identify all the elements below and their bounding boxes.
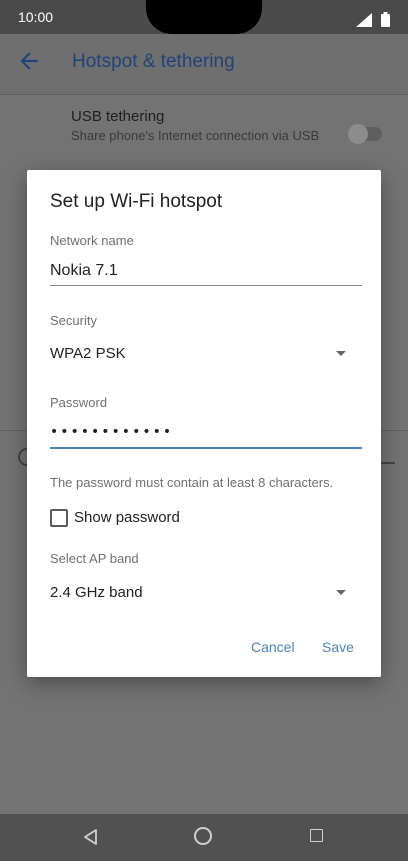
password-underline xyxy=(50,447,362,449)
usb-tethering-title: USB tethering xyxy=(71,108,165,125)
nav-home-icon[interactable] xyxy=(194,827,212,845)
chevron-down-icon[interactable] xyxy=(336,351,346,356)
chevron-down-icon[interactable] xyxy=(336,590,346,595)
app-bar: Hotspot & tethering xyxy=(0,34,408,95)
partial-icon xyxy=(381,462,395,464)
password-hint: The password must contain at least 8 cha… xyxy=(50,475,334,490)
nav-back-icon[interactable] xyxy=(82,828,98,846)
password-input[interactable]: •••••••••••• xyxy=(50,424,173,440)
wifi-hotspot-dialog: Set up Wi-Fi hotspot Network name Nokia … xyxy=(27,170,381,677)
page-title: Hotspot & tethering xyxy=(72,51,235,72)
toggle-knob xyxy=(348,124,368,144)
save-button[interactable]: Save xyxy=(322,639,354,655)
status-bar: 10:00 xyxy=(0,0,408,34)
security-select[interactable]: WPA2 PSK xyxy=(50,345,126,362)
cancel-button[interactable]: Cancel xyxy=(251,639,295,655)
navigation-bar xyxy=(0,814,408,861)
network-name-input[interactable]: Nokia 7.1 xyxy=(50,262,118,280)
ap-band-label: Select AP band xyxy=(50,551,139,566)
battery-icon xyxy=(381,12,390,27)
status-time: 10:00 xyxy=(18,9,54,25)
security-label: Security xyxy=(50,313,97,328)
ap-band-select[interactable]: 2.4 GHz band xyxy=(50,584,143,601)
password-label: Password xyxy=(50,395,108,410)
nav-recents-icon[interactable] xyxy=(310,829,323,842)
network-name-underline xyxy=(50,285,362,286)
status-icons xyxy=(355,9,390,28)
signal-icon xyxy=(355,12,372,27)
network-name-label: Network name xyxy=(50,233,134,248)
show-password-label[interactable]: Show password xyxy=(74,509,180,526)
display-notch xyxy=(146,0,262,34)
usb-tethering-subtitle: Share phone's Internet connection via US… xyxy=(71,128,320,143)
show-password-checkbox[interactable] xyxy=(50,509,68,527)
dialog-title: Set up Wi-Fi hotspot xyxy=(50,191,223,212)
usb-tethering-item[interactable]: USB tethering Share phone's Internet con… xyxy=(71,108,321,144)
arrow-left-icon[interactable] xyxy=(16,48,42,74)
usb-tethering-toggle[interactable] xyxy=(348,124,382,144)
